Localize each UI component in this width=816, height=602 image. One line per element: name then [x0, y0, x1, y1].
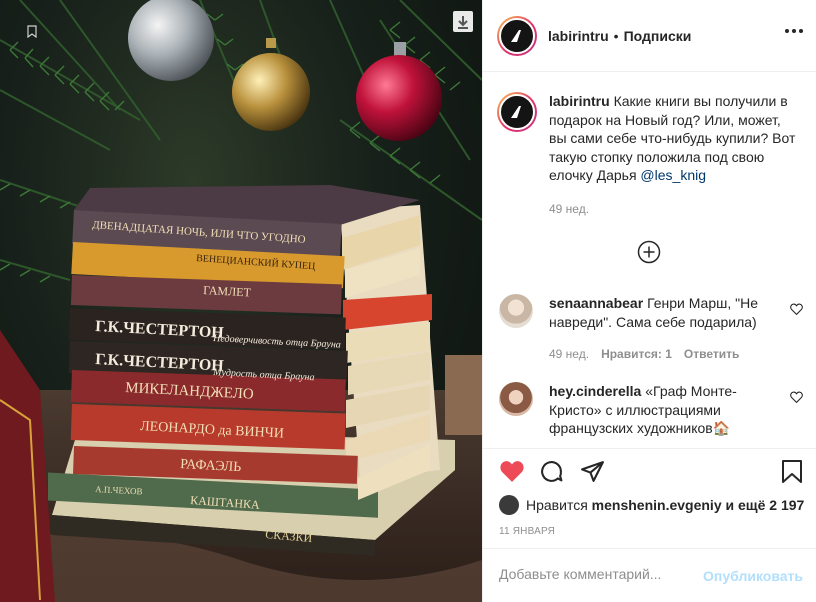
post-date[interactable]: 11 ЯНВАРЯ	[499, 526, 555, 537]
comment-item: hey.cinderella «Граф Монте-Кристо» с илл…	[497, 382, 803, 438]
post-caption: labirintru Какие книги вы получили в под…	[497, 92, 803, 185]
commenter-avatar[interactable]	[499, 382, 533, 416]
comment-likes-count[interactable]: Нравится: 1	[601, 347, 672, 361]
comment-timestamp[interactable]: 49 нед.	[549, 347, 589, 361]
commenter-username[interactable]: senaannabear	[549, 295, 643, 311]
post-actions: Нравится menshenin.evgeniy и ещё 2 197 1…	[483, 448, 816, 558]
commenter-avatar[interactable]	[499, 294, 533, 328]
post-photo[interactable]: ДВЕНАДЦАТАЯ НОЧЬ, ИЛИ ЧТО УГОДНО ВЕНЕЦИА…	[0, 0, 482, 602]
plus-circle-icon[interactable]	[637, 240, 661, 264]
like-heart-icon[interactable]	[499, 459, 525, 486]
add-comment-bar: Опубликовать	[483, 548, 816, 602]
liker-avatar[interactable]	[499, 495, 519, 515]
post-side-panel: labirintru • Подписки labirintru Какие к…	[482, 0, 816, 602]
comment-like-heart-icon[interactable]	[790, 302, 803, 318]
post-header: labirintru • Подписки	[483, 0, 816, 72]
separator-dot: •	[613, 27, 619, 44]
caption-mention-link[interactable]: @les_knig	[640, 167, 706, 183]
comment-input[interactable]	[499, 566, 699, 582]
likes-summary: Нравится menshenin.evgeniy и ещё 2 197	[499, 495, 804, 515]
follow-status-button[interactable]: Подписки	[624, 28, 692, 44]
christmas-books-image: ДВЕНАДЦАТАЯ НОЧЬ, ИЛИ ЧТО УГОДНО ВЕНЕЦИА…	[0, 0, 482, 602]
comments-list[interactable]: labirintru Какие книги вы получили в под…	[483, 72, 816, 448]
share-direct-icon[interactable]	[580, 459, 605, 487]
book-title-2: ГАМЛЕТ	[203, 283, 252, 300]
caption-avatar[interactable]	[497, 92, 537, 132]
comment-like-heart-icon[interactable]	[790, 390, 803, 406]
download-icon[interactable]	[453, 11, 473, 32]
labirint-logo-icon	[511, 106, 521, 118]
likes-prefix: Нравится	[526, 497, 588, 513]
labirint-logo-icon	[511, 29, 521, 42]
bookmark-save-icon[interactable]	[781, 459, 803, 487]
gold-ornament	[232, 53, 310, 131]
book-title-9: РАФАЭЛЬ	[180, 457, 242, 475]
bookmark-tag-icon	[27, 25, 37, 38]
more-horizontal-icon[interactable]	[785, 28, 803, 34]
comment-bubble-icon[interactable]	[539, 459, 564, 487]
author-username[interactable]: labirintru	[548, 28, 609, 44]
silver-ornament	[128, 0, 214, 81]
commenter-username[interactable]: hey.cinderella	[549, 383, 641, 399]
comment-meta: 49 нед. Нравится: 1 Ответить	[549, 347, 739, 361]
author-avatar[interactable]	[497, 15, 537, 56]
caption-username[interactable]: labirintru	[549, 93, 610, 109]
liker-username[interactable]: menshenin.evgeniy	[592, 497, 722, 513]
red-ornament	[356, 55, 442, 141]
publish-button[interactable]: Опубликовать	[703, 568, 803, 584]
comment-item: senaannabear Генри Марш, "Не навреди". С…	[497, 294, 803, 331]
comment-reply-button[interactable]: Ответить	[684, 347, 739, 361]
likes-count-link[interactable]: и ещё 2 197	[726, 497, 805, 513]
caption-timestamp[interactable]: 49 нед.	[549, 202, 589, 216]
